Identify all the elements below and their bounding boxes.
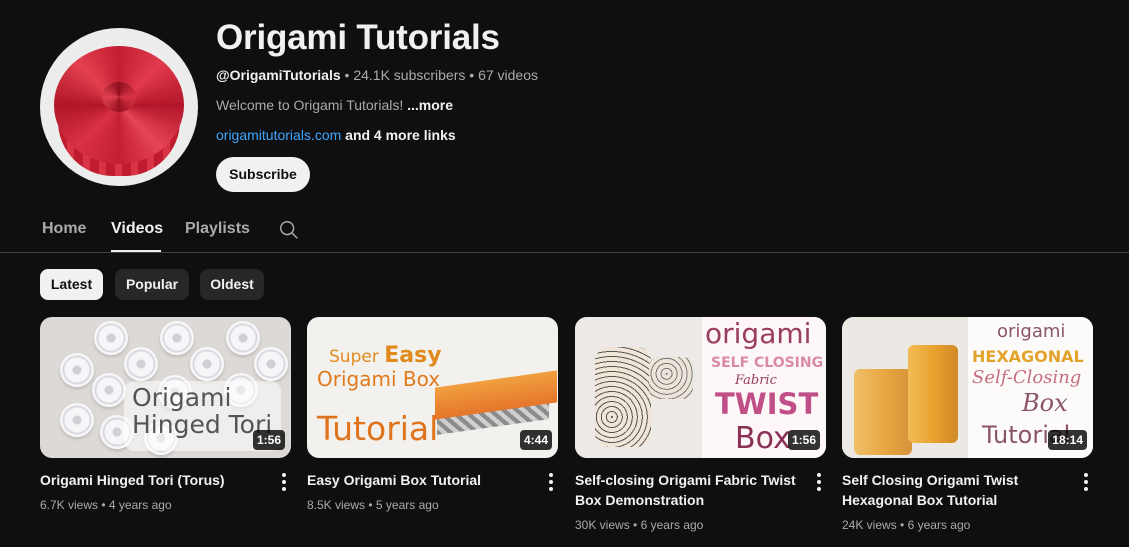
video-views: 6.7K views [40, 498, 99, 512]
video-age: 5 years ago [375, 498, 439, 512]
thumbnail-text: Box [735, 421, 791, 456]
video-card[interactable]: Super Easy Origami Box Tutorial 4:44 Eas… [307, 317, 558, 512]
meta-separator: • [344, 67, 350, 83]
video-age: 6 years ago [907, 518, 971, 532]
tab-home[interactable]: Home [42, 220, 86, 238]
description-text: Welcome to Origami Tutorials! [216, 97, 404, 113]
description-more-link[interactable]: ...more [407, 97, 453, 113]
thumbnail-text: Self-Closing [972, 367, 1082, 388]
more-options-icon[interactable] [548, 473, 554, 491]
thumbnail-text: origami [997, 321, 1066, 342]
video-meta: 24K views • 6 years ago [842, 518, 970, 532]
more-links-link[interactable]: and 4 more links [345, 127, 455, 143]
channel-avatar [40, 28, 198, 186]
video-title[interactable]: Origami Hinged Tori (Torus) [40, 470, 265, 490]
channel-website-link[interactable]: origamitutorials.com [216, 127, 341, 143]
channel-tabs: Home Videos Playlists [0, 206, 1129, 253]
video-duration: 1:56 [787, 430, 820, 450]
subscribe-button[interactable]: Subscribe [216, 157, 310, 192]
thumbnail-text: TWIST [715, 387, 819, 421]
more-options-icon[interactable] [816, 473, 822, 491]
thumbnail-text: Origami [132, 383, 232, 412]
video-card[interactable]: origami HEXAGONAL Self-Closing Box Tutor… [842, 317, 1093, 532]
thumbnail-text: Fabric [735, 373, 777, 388]
video-thumbnail[interactable]: origami SELF CLOSING Fabric TWIST Box 1:… [575, 317, 826, 458]
more-options-icon[interactable] [1083, 473, 1089, 491]
channel-name: Origami Tutorials [216, 18, 500, 57]
chip-latest[interactable]: Latest [40, 269, 103, 300]
tab-playlists[interactable]: Playlists [185, 220, 250, 238]
video-age: 4 years ago [108, 498, 172, 512]
video-card[interactable]: origami SELF CLOSING Fabric TWIST Box 1:… [575, 317, 826, 532]
search-icon[interactable] [278, 219, 300, 241]
chip-oldest[interactable]: Oldest [200, 269, 264, 300]
thumbnail-text: SELF CLOSING [711, 355, 824, 371]
video-thumbnail[interactable]: Origami Hinged Tori 1:56 [40, 317, 291, 458]
video-duration: 4:44 [519, 430, 552, 450]
thumbnail-text: Tutorial [317, 409, 439, 448]
channel-description[interactable]: Welcome to Origami Tutorials! ...more [216, 97, 453, 113]
thumbnail-text: Origami Box [317, 367, 441, 391]
video-duration: 1:56 [252, 430, 285, 450]
meta-separator: • [633, 518, 638, 532]
video-meta: 30K views • 6 years ago [575, 518, 703, 532]
more-options-icon[interactable] [281, 473, 287, 491]
thumbnail-text: Super Easy [329, 343, 442, 368]
video-meta: 8.5K views • 5 years ago [307, 498, 439, 512]
video-title[interactable]: Easy Origami Box Tutorial [307, 470, 532, 490]
video-views: 24K views [842, 518, 897, 532]
video-count: 67 videos [478, 67, 539, 83]
video-views: 8.5K views [307, 498, 366, 512]
video-title[interactable]: Self Closing Origami Twist Hexagonal Box… [842, 470, 1067, 510]
channel-links: origamitutorials.com and 4 more links [216, 127, 456, 143]
meta-separator: • [900, 518, 905, 532]
video-card[interactable]: Origami Hinged Tori 1:56 Origami Hinged … [40, 317, 291, 512]
thumbnail-text: Hinged Tori [132, 410, 273, 439]
video-thumbnail[interactable]: Super Easy Origami Box Tutorial 4:44 [307, 317, 558, 458]
tab-videos[interactable]: Videos [111, 220, 163, 238]
subscriber-count: 24.1K subscribers [353, 67, 466, 83]
thumbnail-text: origami [705, 317, 812, 350]
meta-separator: • [469, 67, 475, 83]
meta-separator: • [101, 498, 106, 512]
active-tab-indicator [111, 250, 161, 252]
video-views: 30K views [575, 518, 630, 532]
chip-popular[interactable]: Popular [115, 269, 189, 300]
channel-handle: @OrigamiTutorials [216, 67, 341, 83]
thumbnail-text: Box [1022, 389, 1068, 417]
channel-meta: @OrigamiTutorials • 24.1K subscribers • … [216, 67, 538, 83]
video-meta: 6.7K views • 4 years ago [40, 498, 172, 512]
video-thumbnail[interactable]: origami HEXAGONAL Self-Closing Box Tutor… [842, 317, 1093, 458]
meta-separator: • [368, 498, 373, 512]
video-title[interactable]: Self-closing Origami Fabric Twist Box De… [575, 470, 800, 510]
video-duration: 18:14 [1048, 430, 1087, 450]
video-age: 6 years ago [640, 518, 704, 532]
thumbnail-text: HEXAGONAL [972, 347, 1084, 366]
